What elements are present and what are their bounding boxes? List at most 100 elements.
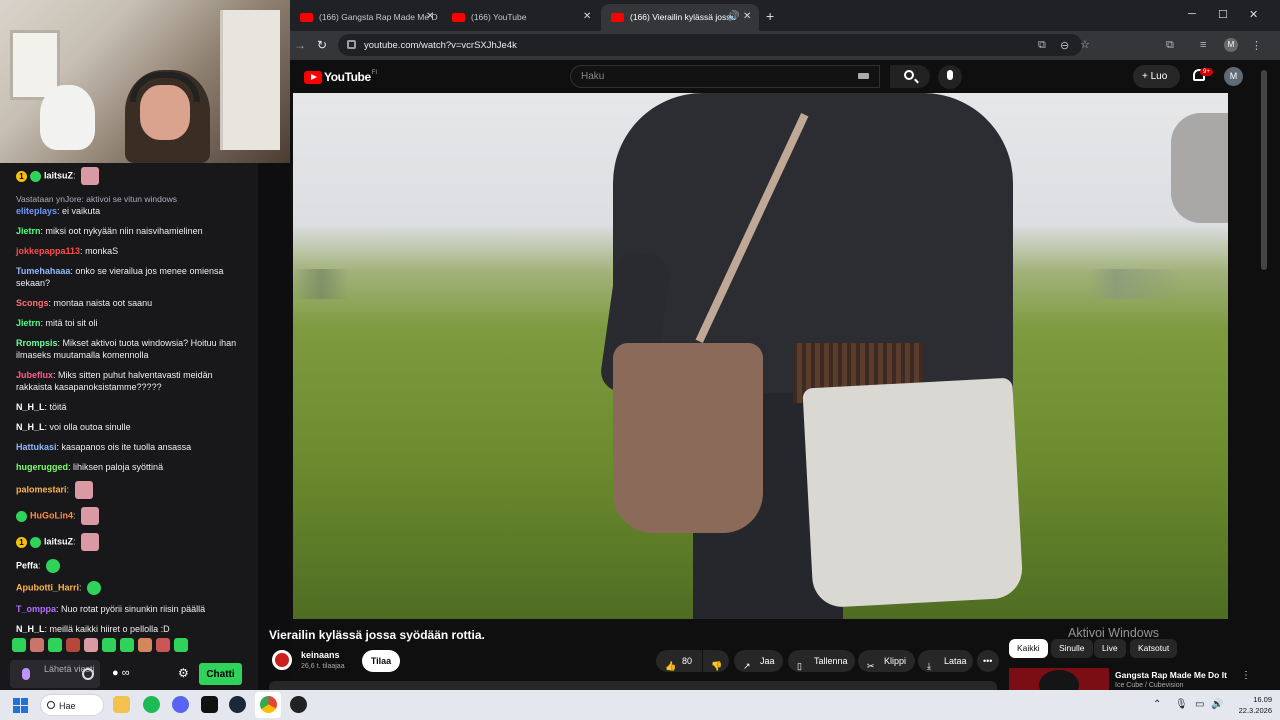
dislike-button[interactable]: 👎 — [703, 650, 729, 672]
tray-volume-icon[interactable]: 🔊 — [1211, 699, 1223, 710]
quick-emote-icon[interactable] — [120, 638, 134, 652]
maximize-icon[interactable]: ☐ — [1218, 8, 1228, 21]
taskbar-clock[interactable]: 16.09 22.3.2026 — [1228, 694, 1272, 716]
save-button[interactable]: ▯ Tallenna — [788, 650, 855, 672]
chat-username[interactable]: N_H_L — [16, 624, 45, 634]
tab-video-active[interactable]: (166) Vierailin kylässä jossa 🔊 ✕ — [601, 4, 759, 31]
extensions-icon[interactable]: ⧉ — [1166, 39, 1174, 52]
video-player[interactable] — [293, 93, 1228, 619]
steam-icon[interactable] — [229, 696, 246, 713]
tab-gangsta-rap[interactable]: (166) Gangsta Rap Made Me D ✕ — [290, 4, 442, 31]
chat-username[interactable]: Hattukasi — [16, 442, 57, 452]
chat-settings-icon[interactable]: ⚙ — [178, 666, 189, 680]
quick-emote-icon[interactable] — [30, 638, 44, 652]
keyboard-icon[interactable] — [858, 73, 869, 79]
x-app-icon[interactable] — [201, 696, 218, 713]
quick-emote-icon[interactable] — [66, 638, 80, 652]
browser-profile-avatar[interactable]: M — [1224, 38, 1238, 52]
new-tab-icon[interactable]: + — [766, 8, 774, 24]
quick-emote-icon[interactable] — [174, 638, 188, 652]
install-icon[interactable]: ⧉ — [1038, 39, 1046, 52]
more-actions-button[interactable]: ••• — [977, 650, 999, 672]
file-explorer-icon[interactable] — [113, 696, 130, 713]
chip-all[interactable]: Kaikki — [1009, 639, 1048, 658]
speaker-icon[interactable]: 🔊 — [727, 11, 739, 22]
like-button[interactable]: 👍 80 — [656, 650, 702, 672]
zoom-icon[interactable]: ⊖ — [1060, 39, 1069, 52]
search-button[interactable] — [890, 65, 930, 88]
channel-avatar[interactable] — [272, 650, 292, 670]
quick-emote-icon[interactable] — [138, 638, 152, 652]
chat-username[interactable]: Jubeflux — [16, 370, 53, 380]
window-close-icon[interactable]: ✕ — [1249, 8, 1258, 21]
browser-menu-icon[interactable]: ⋮ — [1251, 39, 1262, 52]
reload-icon[interactable]: ↻ — [317, 38, 327, 52]
quick-emote-icon[interactable] — [156, 638, 170, 652]
minimize-icon[interactable]: ─ — [1188, 8, 1196, 20]
quick-emote-icon[interactable] — [84, 638, 98, 652]
chat-emote-icon[interactable] — [81, 167, 100, 185]
chat-emote-icon[interactable] — [81, 533, 100, 551]
create-button[interactable]: + Luo — [1133, 65, 1180, 88]
chat-send-button[interactable]: Chatti — [199, 663, 242, 685]
tray-network-icon[interactable]: ▭ — [1195, 699, 1204, 710]
recommendation-menu-icon[interactable]: ⋮ — [1241, 670, 1251, 681]
chat-username[interactable]: palomestari — [16, 484, 67, 494]
url-field[interactable]: youtube.com/watch?v=vcrSXJhJe4k ⧉ ⊖ ☆ — [338, 34, 1090, 56]
chat-username[interactable]: hugerugged — [16, 462, 68, 472]
chat-username[interactable]: N_H_L — [16, 422, 45, 432]
chat-username[interactable]: Peffa — [16, 560, 38, 570]
close-icon[interactable]: ✕ — [743, 11, 751, 22]
chrome-icon[interactable] — [260, 696, 277, 713]
recommendation-thumbnail[interactable] — [1009, 668, 1109, 690]
chip-live[interactable]: Live — [1094, 639, 1126, 658]
chat-username[interactable]: Tumehahaaa — [16, 266, 70, 276]
channel-points[interactable]: ● ∞ — [112, 667, 130, 679]
discord-icon[interactable] — [172, 696, 189, 713]
chip-for-you[interactable]: Sinulle — [1051, 639, 1093, 658]
site-info-icon[interactable] — [347, 40, 356, 49]
chat-emote-icon[interactable] — [46, 559, 61, 573]
channel-name[interactable]: keinaans — [301, 650, 340, 660]
chat-emote-icon[interactable] — [87, 581, 102, 595]
recommendation-title[interactable]: Gangsta Rap Made Me Do It — [1115, 670, 1227, 680]
bookmark-star-icon[interactable]: ☆ — [1080, 38, 1090, 51]
youtube-logo[interactable]: YouTube FI — [304, 69, 377, 85]
close-icon[interactable]: ✕ — [583, 11, 591, 22]
chat-username[interactable]: laitsuZ — [44, 536, 73, 546]
youtube-avatar[interactable]: M — [1224, 67, 1243, 86]
download-button[interactable]: ⤓ Lataa — [918, 650, 973, 672]
chat-username[interactable]: laitsuZ — [44, 170, 73, 180]
voice-search-button[interactable] — [938, 65, 962, 89]
media-icon[interactable]: ≡ — [1200, 39, 1206, 51]
tray-mic-icon[interactable]: 🎙 — [1175, 699, 1188, 710]
taskbar-search[interactable]: Hae — [40, 694, 104, 716]
chat-username[interactable]: Apubotti_Harri — [16, 582, 79, 592]
chat-username[interactable]: N_H_L — [16, 402, 45, 412]
forward-icon[interactable]: → — [294, 38, 306, 52]
mic-icon[interactable] — [22, 668, 30, 680]
quick-emote-icon[interactable] — [48, 638, 62, 652]
chat-username[interactable]: eliteplays — [16, 206, 57, 216]
chat-username[interactable]: Jietrn — [16, 226, 41, 236]
windows-start-icon[interactable] — [13, 698, 28, 713]
chat-username[interactable]: HuGoLin4 — [30, 510, 73, 520]
quick-emote-icon[interactable] — [102, 638, 116, 652]
chat-username[interactable]: T_omppa — [16, 604, 56, 614]
chat-username[interactable]: Rrompsis — [16, 338, 58, 348]
chat-emote-icon[interactable] — [81, 507, 100, 525]
chat-username[interactable]: Scongs — [16, 298, 49, 308]
clip-button[interactable]: ✂ Klippi — [858, 650, 915, 672]
search-input[interactable]: Haku — [570, 65, 880, 88]
close-icon[interactable]: ✕ — [426, 11, 434, 22]
chat-username[interactable]: jokkepappa113 — [16, 246, 80, 256]
chat-username[interactable]: Jietrn — [16, 318, 41, 328]
emoji-icon[interactable] — [82, 668, 94, 680]
chat-emote-icon[interactable] — [74, 481, 93, 499]
share-button[interactable]: ↗ Jaa — [734, 650, 783, 672]
tab-youtube[interactable]: (166) YouTube ✕ — [442, 4, 599, 31]
obs-icon[interactable] — [290, 696, 307, 713]
chip-watched[interactable]: Katsotut — [1130, 639, 1178, 658]
tray-chevron-icon[interactable]: ⌃ — [1153, 699, 1161, 710]
subscribe-button[interactable]: Tilaa — [362, 650, 400, 672]
